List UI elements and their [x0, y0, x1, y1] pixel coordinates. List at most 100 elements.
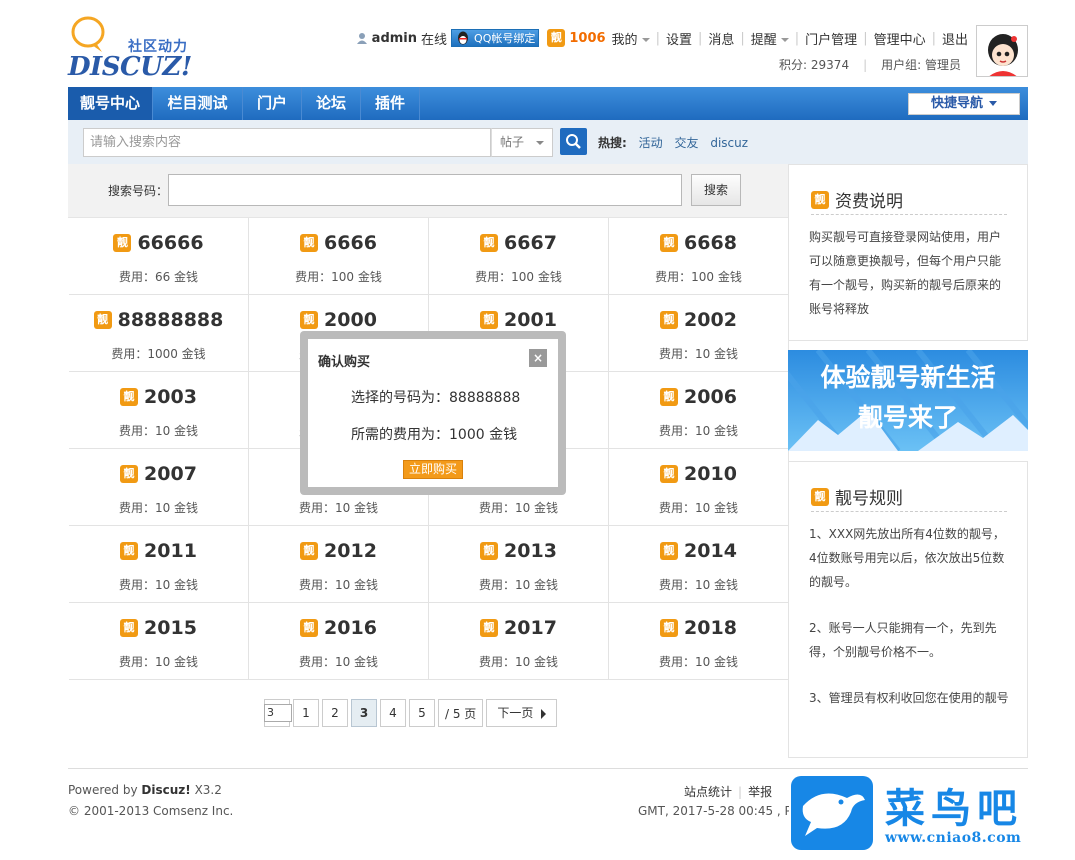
points-link[interactable]: 积分: 29374 [779, 56, 849, 73]
number-fee: 费用：10 金钱 [658, 424, 739, 438]
number-fee: 费用：10 金钱 [118, 578, 199, 592]
footer-brand-link[interactable]: Discuz! [141, 783, 190, 797]
menu-logout[interactable]: 退出 [942, 29, 968, 48]
number-card[interactable]: 靓 6667 费用：100 金钱 [429, 218, 609, 295]
number-card[interactable]: 靓 2007 费用：10 金钱 [69, 449, 249, 526]
number-row: 靓 2011 [69, 540, 248, 562]
page-link[interactable]: 1 [293, 699, 319, 727]
number-card[interactable]: 靓 88888888 费用：1000 金钱 [69, 295, 249, 372]
number-card[interactable]: 靓 2003 费用：10 金钱 [69, 372, 249, 449]
number-card[interactable]: 靓 2010 费用：10 金钱 [609, 449, 789, 526]
menu-admin-center[interactable]: 管理中心 [874, 29, 926, 48]
footer-link-stats[interactable]: 站点统计 [684, 785, 732, 799]
number-value: 66666 [137, 232, 204, 254]
number-value: 2001 [504, 309, 557, 331]
site-logo[interactable]: 社区动力 DISCUZ! [68, 14, 203, 82]
number-card[interactable]: 靓 2013 费用：10 金钱 [429, 526, 609, 603]
page-link[interactable]: 4 [380, 699, 406, 727]
search-button[interactable] [560, 128, 587, 155]
number-value: 2016 [324, 617, 377, 639]
nav-forum[interactable]: 论坛 [302, 87, 361, 120]
avatar[interactable] [976, 25, 1028, 77]
number-card[interactable]: 靓 2015 费用：10 金钱 [69, 603, 249, 680]
vip-number[interactable]: 1006 [569, 31, 605, 46]
rules-title: 靓靓号规则 [811, 484, 1007, 512]
number-search-input[interactable] [168, 174, 682, 206]
menu-messages[interactable]: 消息 [708, 29, 734, 48]
hot-search-label: 热搜: [598, 136, 627, 150]
number-row: 靓 66666 [69, 232, 248, 254]
number-card[interactable]: 靓 6666 费用：100 金钱 [249, 218, 429, 295]
buy-now-button[interactable]: 立即购买 [403, 460, 463, 479]
user-icon [356, 33, 367, 44]
number-search-button[interactable]: 搜索 [691, 174, 741, 206]
number-fee: 费用：10 金钱 [658, 655, 739, 669]
page-link[interactable]: 2 [322, 699, 348, 727]
rule-item: 1、XXX网先放出所有4位数的靓号，4位数账号用完以后，依次放出5位数的靓号。 [809, 527, 1005, 589]
number-fee: 费用：10 金钱 [658, 578, 739, 592]
footer-link-report[interactable]: 举报 [748, 785, 772, 799]
qq-bind-button[interactable]: QQ帐号绑定 [451, 29, 540, 47]
number-card[interactable]: 靓 66666 费用：66 金钱 [69, 218, 249, 295]
vip-number-badge-icon: 靓 [547, 29, 566, 47]
number-value: 2011 [144, 540, 197, 562]
number-fee: 费用：100 金钱 [655, 270, 742, 284]
hot-link-activity[interactable]: 活动 [639, 136, 663, 150]
banner-line-2: 靓号来了 [857, 403, 958, 432]
number-value: 2007 [144, 463, 197, 485]
nav-column-test[interactable]: 栏目测试 [153, 87, 243, 120]
hot-link-discuz[interactable]: discuz [710, 136, 748, 150]
next-page-button[interactable]: 下一页 [486, 699, 558, 727]
number-fee: 费用：10 金钱 [118, 501, 199, 515]
number-card[interactable]: 靓 2017 费用：10 金钱 [429, 603, 609, 680]
menu-my[interactable]: 我的 [612, 29, 650, 48]
pagination: 1 2 3 4 5 3 / 5 页 下一页 [264, 699, 560, 727]
hot-searches: 热搜: 活动 交友 discuz [598, 134, 756, 151]
vip-badge-icon: 靓 [120, 388, 139, 406]
number-card[interactable]: 靓 2006 费用：10 金钱 [609, 372, 789, 449]
number-row: 靓 2018 [609, 617, 788, 639]
vip-badge-icon: 靓 [811, 487, 829, 506]
number-card[interactable]: 靓 2011 费用：10 金钱 [69, 526, 249, 603]
number-card[interactable]: 靓 2014 费用：10 金钱 [609, 526, 789, 603]
close-icon[interactable]: × [529, 349, 547, 367]
watermark: 菜鸟吧 www.cniao8.com [789, 774, 1075, 854]
search-input[interactable]: 请输入搜索内容 [83, 128, 491, 157]
number-search-panel: 搜索号码： 搜索 [68, 164, 788, 218]
quick-nav-button[interactable]: 快捷导航 [908, 93, 1020, 115]
bird-logo-icon [791, 776, 873, 850]
number-card[interactable]: 靓 2018 费用：10 金钱 [609, 603, 789, 680]
number-card[interactable]: 靓 6668 费用：100 金钱 [609, 218, 789, 295]
hot-link-friends[interactable]: 交友 [674, 136, 698, 150]
menu-settings[interactable]: 设置 [666, 29, 692, 48]
number-card[interactable]: 靓 2016 费用：10 金钱 [249, 603, 429, 680]
watermark-text: 菜鸟吧 [885, 785, 1023, 832]
search-type-select[interactable]: 帖子 [491, 128, 553, 157]
nav-plugins[interactable]: 插件 [361, 87, 420, 120]
nav-vip-center[interactable]: 靓号中心 [68, 87, 153, 120]
number-value: 2013 [504, 540, 557, 562]
number-row: 靓 2003 [69, 386, 248, 408]
powered-by: Powered by Discuz! X3.2 [68, 783, 222, 797]
username-link[interactable]: admin [372, 31, 417, 46]
online-status: 在线 [421, 32, 448, 48]
menu-portal-admin[interactable]: 门户管理 [805, 29, 857, 48]
vip-badge-icon: 靓 [120, 619, 139, 637]
rules-box: 靓靓号规则 1、XXX网先放出所有4位数的靓号，4位数账号用完以后，依次放出5位… [788, 461, 1028, 758]
chevron-down-icon [989, 101, 997, 106]
number-value: 2015 [144, 617, 197, 639]
menu-reminders[interactable]: 提醒 [751, 29, 789, 48]
nav-portal[interactable]: 门户 [243, 87, 302, 120]
vip-badge-icon: 靓 [300, 542, 319, 560]
vip-badge-icon: 靓 [660, 388, 679, 406]
number-card[interactable]: 靓 2012 费用：10 金钱 [249, 526, 429, 603]
page-link[interactable]: 5 [409, 699, 435, 727]
vip-badge-icon: 靓 [480, 234, 499, 252]
page-link-current[interactable]: 3 [351, 699, 377, 727]
watermark-url: www.cniao8.com [885, 830, 1022, 846]
page-jump-input[interactable]: 3 [264, 704, 292, 722]
number-card[interactable]: 靓 2002 费用：10 金钱 [609, 295, 789, 372]
number-value: 6668 [684, 232, 737, 254]
usergroup-link[interactable]: 用户组: 管理员 [881, 56, 961, 73]
number-value: 2012 [324, 540, 377, 562]
